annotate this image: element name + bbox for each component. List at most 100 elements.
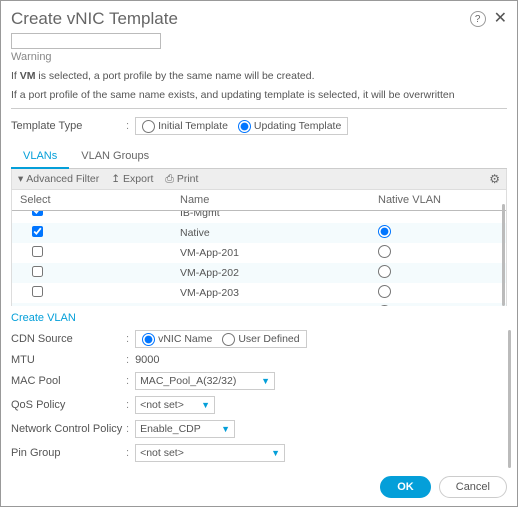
radio-updating-template[interactable]: Updating Template [238,120,341,133]
row-select-cell [20,226,180,240]
advanced-filter-button[interactable]: ▾ Advanced Filter [18,173,99,185]
col-name[interactable]: Name [180,194,378,206]
cdn-source-row: CDN Source : vNIC Name User Defined [11,330,507,348]
adv-filter-label: Advanced Filter [26,173,99,185]
tab-vlans[interactable]: VLANs [11,145,69,169]
mtu-row: MTU : 9000 [11,354,507,366]
qos-policy-select[interactable]: <not set> ▼ [135,396,215,414]
col-native[interactable]: Native VLAN [378,194,498,206]
chevron-down-icon: ▼ [201,400,210,410]
filter-icon: ▾ [18,173,23,185]
net-ctrl-policy-value: Enable_CDP [140,423,201,435]
print-label: Print [177,173,199,185]
chevron-down-icon: ▼ [221,424,230,434]
pin-group-row: Pin Group : <not set> ▼ [11,444,507,462]
dialog-title: Create vNIC Template [11,9,178,29]
col-select[interactable]: Select [20,194,180,206]
table-row: vMotion [12,303,506,306]
dialog-header: Create vNIC Template ? ✕ [11,9,507,29]
radio-user-label: User Defined [238,333,299,345]
form-scrollbar[interactable] [508,330,511,468]
radio-updating-input[interactable] [238,120,251,133]
tab-vlan-groups[interactable]: VLAN Groups [69,145,161,168]
row-select-cell [20,286,180,300]
row-native-cell [378,305,498,306]
row-native-cell [378,225,498,241]
net-ctrl-policy-label: Network Control Policy [11,423,126,435]
row-checkbox[interactable] [32,226,43,237]
pin-group-label: Pin Group [11,447,126,459]
info1-bold: VM [20,70,36,82]
table-row: Native [12,223,506,243]
info-text-1: If VM is selected, a port profile by the… [11,69,507,84]
pin-group-select[interactable]: <not set> ▼ [135,444,285,462]
row-name: VM-App-202 [180,267,378,279]
chevron-down-icon: ▼ [261,376,270,386]
row-name: VM-App-203 [180,287,378,299]
qos-policy-label: QoS Policy [11,399,126,411]
cdn-source-radio-group: vNIC Name User Defined [135,330,307,348]
warning-label: Warning [11,51,507,63]
native-vlan-radio[interactable] [378,265,391,278]
native-vlan-radio[interactable] [378,245,391,258]
table-row: VM-App-201 [12,243,506,263]
grid: Select Name Native VLAN IB-Mgmt Native VM-… [12,190,506,306]
vlan-table: Select Name Native VLAN IB-Mgmt Native VM-… [11,190,507,306]
row-checkbox[interactable] [32,211,43,216]
create-vlan-link[interactable]: Create VLAN [11,306,507,330]
help-icon[interactable]: ? [470,11,486,27]
dialog-footer: OK Cancel [11,468,507,498]
row-native-cell [378,265,498,281]
grid-header: Select Name Native VLAN [12,190,506,211]
print-icon: ⎙ [165,173,173,186]
native-vlan-radio[interactable] [378,225,391,238]
ok-button[interactable]: OK [380,476,431,498]
info1-pre: If [11,70,20,82]
native-vlan-radio[interactable] [378,285,391,298]
print-button[interactable]: ⎙ Print [165,173,198,186]
radio-user-input[interactable] [222,333,235,346]
table-row: VM-App-203 [12,283,506,303]
radio-user-defined[interactable]: User Defined [222,333,299,346]
qos-policy-row: QoS Policy : <not set> ▼ [11,396,507,414]
radio-initial-input[interactable] [142,120,155,133]
radio-initial-template[interactable]: Initial Template [142,120,228,133]
native-vlan-radio[interactable] [378,305,391,306]
header-icons: ? ✕ [470,11,507,27]
mac-pool-value: MAC_Pool_A(32/32) [140,375,236,387]
mac-pool-select[interactable]: MAC_Pool_A(32/32) ▼ [135,372,275,390]
export-label: Export [123,173,153,185]
row-name: Native [180,227,378,239]
row-checkbox[interactable] [32,246,43,257]
export-icon: ↥ [111,173,120,185]
row-select-cell [20,211,180,219]
info1-post: is selected, a port profile by the same … [36,70,315,82]
template-type-row: Template Type : Initial Template Updatin… [11,117,507,135]
cdn-source-label: CDN Source [11,333,126,345]
chevron-down-icon: ▼ [271,448,280,458]
gear-icon[interactable]: ⚙ [489,172,500,186]
row-checkbox[interactable] [32,286,43,297]
mac-pool-row: MAC Pool : MAC_Pool_A(32/32) ▼ [11,372,507,390]
cancel-button[interactable]: Cancel [439,476,507,498]
mtu-label: MTU [11,354,126,366]
colon: : [126,120,129,132]
grid-toolbar: ▾ Advanced Filter ↥ Export ⎙ Print ⚙ [11,169,507,190]
net-ctrl-policy-select[interactable]: Enable_CDP ▼ [135,420,235,438]
mac-pool-label: MAC Pool [11,375,126,387]
tabs: VLANs VLAN Groups [11,145,507,169]
info-text-2: If a port profile of the same name exist… [11,88,507,103]
template-type-label: Template Type [11,120,126,132]
radio-vnic-input[interactable] [142,333,155,346]
row-name: VM-App-201 [180,247,378,259]
close-icon[interactable]: ✕ [494,11,507,27]
qos-policy-value: <not set> [140,399,184,411]
divider [11,108,507,109]
export-button[interactable]: ↥ Export [111,173,153,185]
dialog: Create vNIC Template ? ✕ Warning If VM i… [1,1,517,506]
table-scrollbar[interactable] [502,204,505,306]
radio-vnic-name[interactable]: vNIC Name [142,333,212,346]
template-type-radio-group: Initial Template Updating Template [135,117,348,135]
row-checkbox[interactable] [32,266,43,277]
table-row: IB-Mgmt [12,211,506,223]
